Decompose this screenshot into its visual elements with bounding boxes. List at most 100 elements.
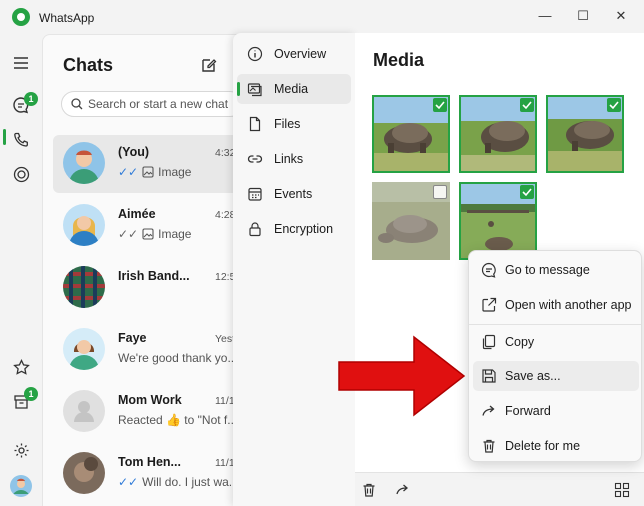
- tab-label: Files: [274, 117, 301, 131]
- menu-item-forward[interactable]: Forward: [473, 396, 639, 426]
- chat-preview-text: Image: [158, 227, 192, 241]
- media-thumbnail[interactable]: [459, 95, 537, 173]
- maximize-button[interactable]: ☐: [568, 5, 598, 27]
- new-chat-icon[interactable]: [199, 55, 219, 75]
- tab-media[interactable]: Media: [237, 74, 351, 104]
- menu-icon: [14, 57, 28, 69]
- calendar-icon: [248, 187, 262, 201]
- whatsapp-logo-icon: [12, 8, 30, 26]
- menu-label: Open with another app: [505, 298, 632, 312]
- chat-item-you[interactable]: (You) 4:32 ✓✓ Image: [53, 135, 242, 193]
- profile-avatar: [10, 475, 32, 497]
- chat-preview: We're good thank yo...: [118, 351, 237, 365]
- info-icon: [247, 46, 263, 62]
- message-icon: [481, 262, 496, 278]
- chat-item-mom-work[interactable]: Mom Work 11/13/ Reacted 👍 to "Not f...: [53, 383, 242, 441]
- tab-overview[interactable]: Overview: [237, 39, 351, 69]
- lock-icon: [249, 222, 261, 237]
- tab-events[interactable]: Events: [237, 179, 351, 209]
- link-icon: [247, 155, 263, 163]
- trash-icon[interactable]: [361, 482, 377, 498]
- forward-icon[interactable]: [395, 482, 411, 498]
- context-menu: Go to message Open with another app Copy…: [468, 250, 642, 462]
- chat-item-tom[interactable]: Tom Hen... 11/13/ ✓✓ Will do. I just wa.…: [53, 445, 242, 503]
- select-all-icon[interactable]: [614, 482, 630, 498]
- status-button[interactable]: [8, 161, 34, 187]
- menu-separator: [469, 324, 641, 325]
- menu-button[interactable]: [8, 50, 34, 76]
- starred-button[interactable]: [8, 354, 34, 380]
- chat-preview: Reacted 👍 to "Not f...: [118, 413, 237, 427]
- media-action-bar: [355, 472, 644, 506]
- chat-item-irish-band[interactable]: Irish Band... 12:52: [53, 259, 242, 317]
- read-ticks-icon: ✓✓: [118, 475, 139, 489]
- search-input[interactable]: [88, 96, 242, 112]
- read-ticks-icon: ✓✓: [118, 165, 139, 179]
- image-icon: [142, 228, 154, 240]
- chat-preview-text: We're good thank yo...: [118, 351, 238, 365]
- checkbox-checked-icon[interactable]: [520, 98, 534, 112]
- menu-label: Copy: [505, 335, 535, 349]
- checkbox-checked-icon[interactable]: [520, 185, 534, 199]
- media-thumbnail[interactable]: [372, 182, 450, 260]
- chat-preview: ✓✓ Image: [118, 227, 191, 241]
- close-button[interactable]: ✕: [606, 5, 636, 27]
- menu-item-go-to-message[interactable]: Go to message: [473, 255, 639, 285]
- status-icon: [13, 166, 29, 182]
- menu-item-open-with[interactable]: Open with another app: [473, 290, 639, 320]
- checkbox-checked-icon[interactable]: [433, 98, 447, 112]
- media-thumbnail[interactable]: [459, 182, 537, 260]
- chat-preview: ✓✓ Image: [118, 165, 191, 179]
- media-thumbnail[interactable]: [372, 95, 450, 173]
- menu-item-save-as[interactable]: Save as...: [473, 361, 639, 391]
- minimize-button[interactable]: —: [530, 5, 560, 27]
- search-icon: [71, 98, 83, 110]
- media-thumbnail[interactable]: [546, 95, 624, 173]
- menu-item-copy[interactable]: Copy: [473, 327, 639, 357]
- calls-icon: [14, 132, 28, 147]
- avatar: [63, 266, 105, 308]
- starred-icon: [12, 358, 30, 375]
- chat-name: Aimée: [118, 207, 156, 221]
- title-bar: WhatsApp — ☐ ✕: [0, 0, 644, 34]
- delivered-ticks-icon: ✓✓: [118, 227, 139, 241]
- tab-files[interactable]: Files: [237, 109, 351, 139]
- checkbox-checked-icon[interactable]: [607, 98, 621, 112]
- trash-icon: [483, 439, 495, 453]
- file-icon: [249, 116, 261, 132]
- tab-label: Encryption: [274, 222, 334, 236]
- left-rail: 1 1: [0, 34, 42, 506]
- chat-item-faye[interactable]: Faye Yester We're good thank yo...: [53, 321, 242, 379]
- open-external-icon: [482, 297, 497, 312]
- chat-preview: ✓✓ Will do. I just wa...: [118, 475, 239, 489]
- tab-label: Events: [274, 187, 313, 201]
- chats-panel: Chats (You) 4:32 ✓✓ Image Aimée 4:28 ✓✓ …: [42, 34, 242, 506]
- chat-info-nav: Overview Media Files Links Events Encryp…: [233, 33, 355, 506]
- avatar: [63, 328, 105, 370]
- gear-icon: [14, 443, 28, 457]
- tab-links[interactable]: Links: [237, 144, 351, 174]
- tab-label: Links: [274, 152, 304, 166]
- avatar: [63, 204, 105, 246]
- avatar: [63, 452, 105, 494]
- rail-active-indicator: [3, 129, 6, 145]
- red-arrow-annotation: [338, 335, 466, 417]
- avatar: [63, 142, 105, 184]
- menu-item-delete-for-me[interactable]: Delete for me: [473, 431, 639, 461]
- tab-label: Media: [274, 82, 309, 96]
- chat-name: (You): [118, 145, 150, 159]
- chat-item-aimee[interactable]: Aimée 4:28 ✓✓ Image: [53, 197, 242, 255]
- tab-encryption[interactable]: Encryption: [237, 214, 351, 244]
- chat-preview-text: Will do. I just wa...: [142, 475, 239, 489]
- chat-name: Faye: [118, 331, 147, 345]
- image-icon: [142, 166, 154, 178]
- copy-icon: [482, 334, 496, 350]
- search-box[interactable]: [61, 91, 242, 117]
- chats-unread-badge: 1: [24, 92, 38, 106]
- calls-button[interactable]: [8, 127, 34, 153]
- settings-button[interactable]: [8, 437, 34, 463]
- chat-name: Irish Band...: [118, 269, 190, 283]
- chats-title: Chats: [63, 55, 114, 75]
- profile-button[interactable]: [8, 473, 34, 499]
- checkbox-unchecked-icon[interactable]: [433, 185, 447, 199]
